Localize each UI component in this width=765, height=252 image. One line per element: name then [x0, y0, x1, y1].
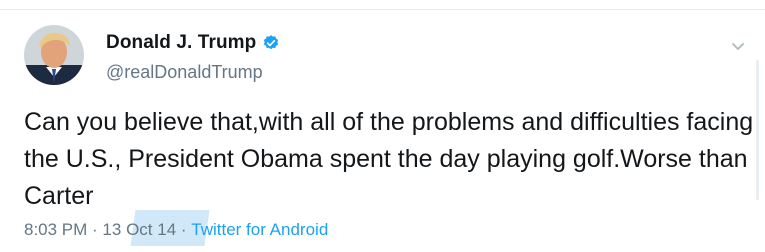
tweet-meta: 8:03 PM · 13 Oct 14 · Twitter for Androi… — [24, 217, 328, 243]
meta-separator: · — [87, 220, 103, 239]
tweet-source-link[interactable]: Twitter for Android — [191, 220, 328, 240]
tweet-day[interactable]: 13 — [102, 220, 121, 240]
avatar-image — [24, 25, 84, 85]
top-divider — [0, 0, 765, 10]
verified-badge-icon — [262, 34, 280, 52]
meta-separator: · — [176, 220, 192, 239]
tweet-time[interactable]: 8:03 PM — [24, 220, 87, 240]
chevron-down-icon[interactable] — [728, 36, 748, 56]
tweet-text: Can you believe that,with all of the pro… — [24, 108, 754, 210]
tweet-date[interactable]: Oct 14 — [121, 220, 176, 240]
author-handle[interactable]: @realDonaldTrump — [106, 62, 263, 83]
avatar[interactable] — [24, 25, 84, 85]
author-display-name[interactable]: Donald J. Trump — [106, 32, 256, 54]
